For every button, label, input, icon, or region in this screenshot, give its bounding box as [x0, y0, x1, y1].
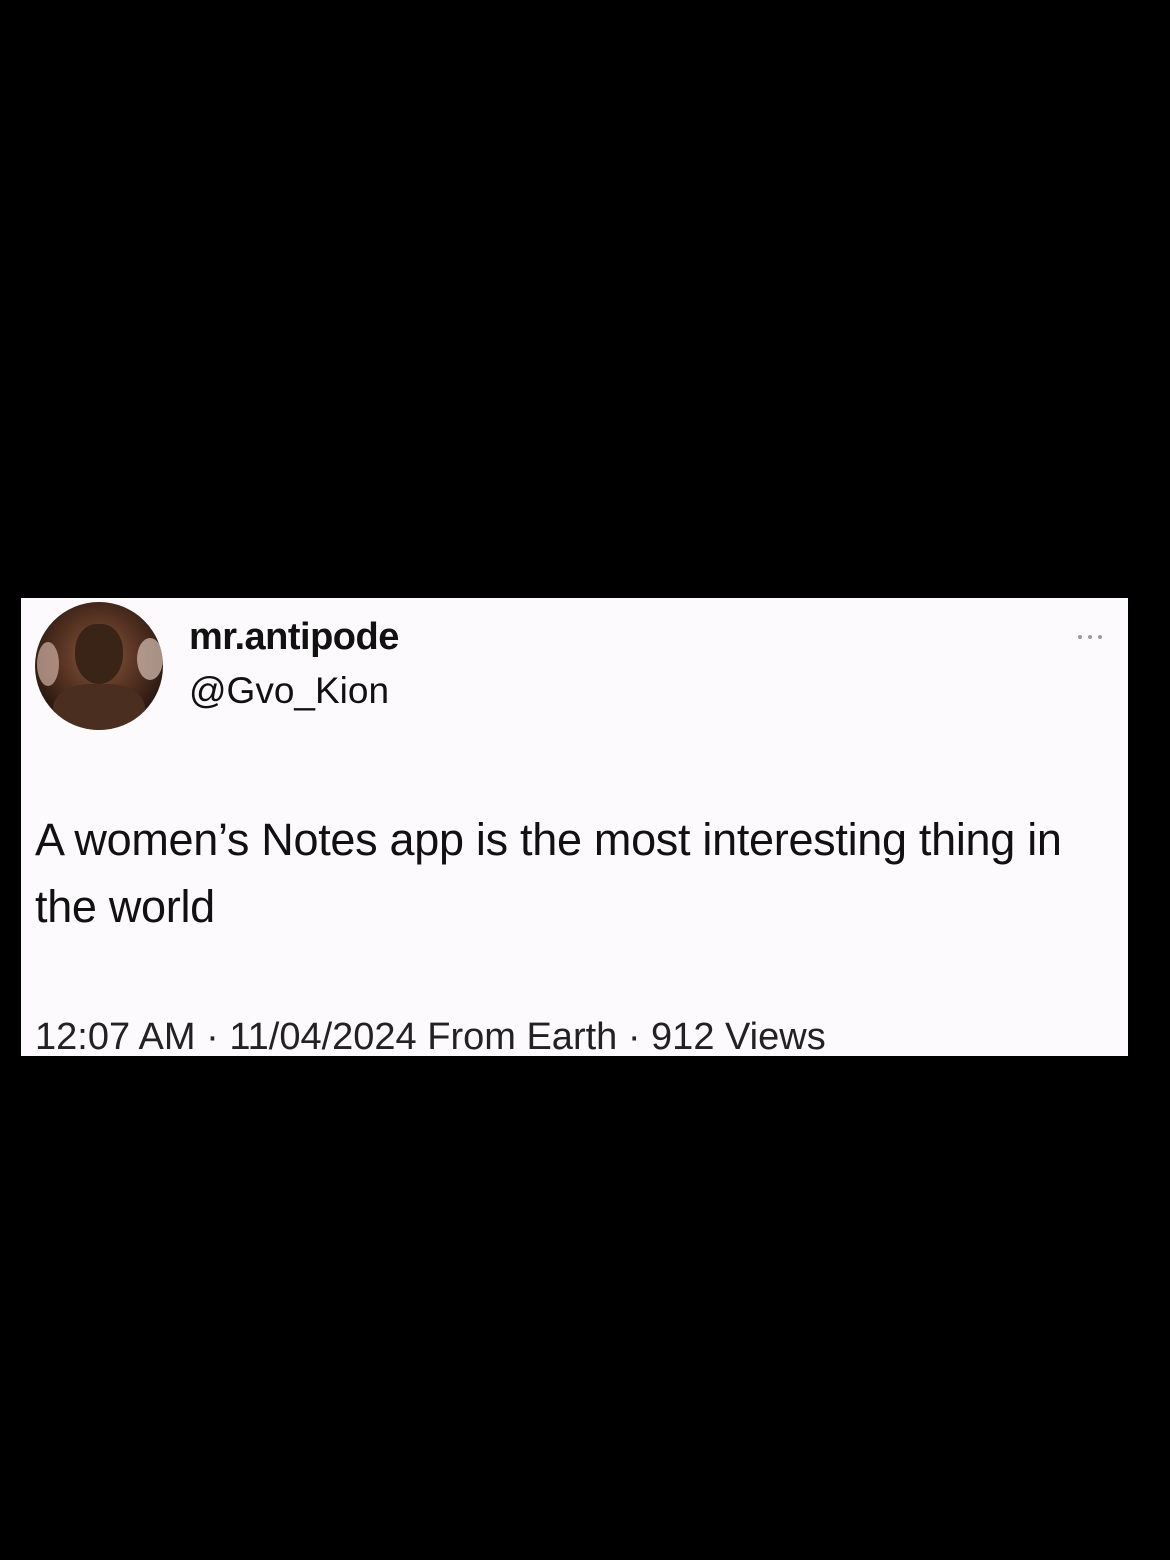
dot: [1078, 635, 1082, 639]
tweet-meta: 12:07 AM · 11/04/2024 From Earth · 912 V…: [35, 1016, 826, 1056]
dot: [1098, 635, 1102, 639]
tweet-text: A women’s Notes app is the most interest…: [35, 814, 1062, 932]
avatar[interactable]: [35, 602, 163, 730]
display-name[interactable]: mr.antipode: [189, 616, 399, 659]
tweet-card: mr.antipode @Gvo_Kion A women’s Notes ap…: [21, 598, 1128, 1056]
user-handle[interactable]: @Gvo_Kion: [189, 670, 389, 712]
avatar-highlight-right: [137, 638, 163, 680]
avatar-body: [53, 684, 145, 730]
more-dots-icon[interactable]: [1062, 632, 1102, 642]
avatar-face: [75, 624, 123, 684]
avatar-highlight-left: [37, 642, 59, 686]
dot: [1088, 635, 1092, 639]
